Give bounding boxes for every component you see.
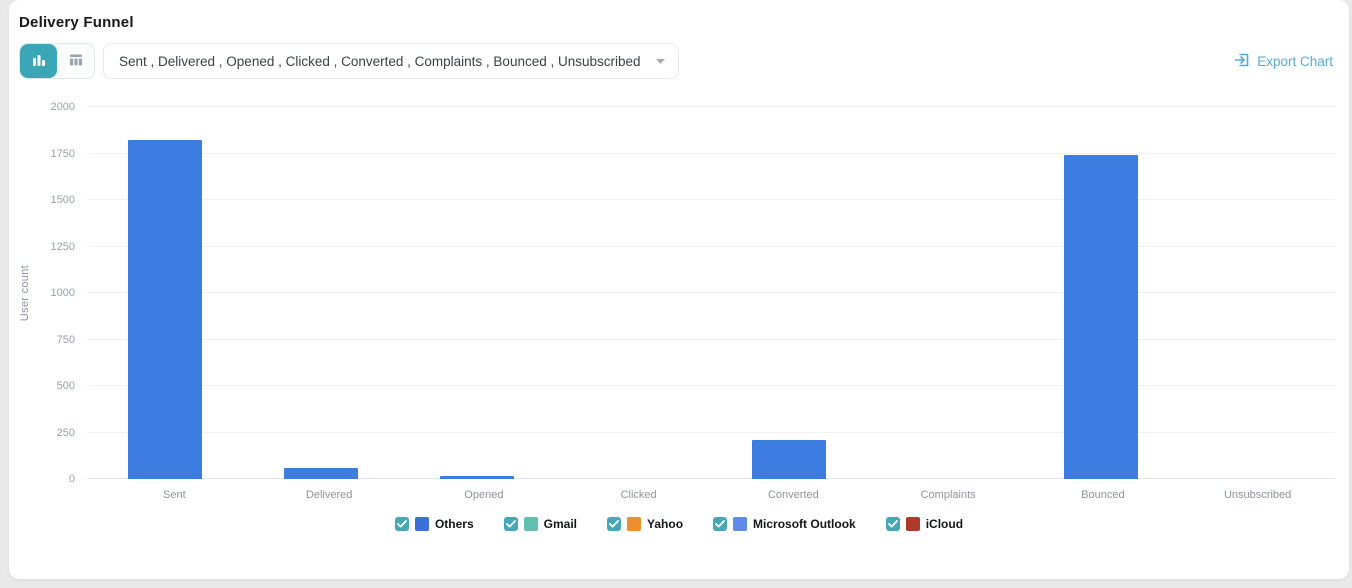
plot-area	[87, 107, 1335, 479]
bar-chart-icon	[31, 52, 47, 71]
legend-checkbox-others[interactable]	[395, 517, 409, 531]
view-toggle-group	[19, 43, 95, 79]
chart-section: User count 02505007501000125015001750200…	[9, 107, 1349, 501]
metrics-dropdown[interactable]: Sent , Delivered , Opened , Clicked , Co…	[103, 43, 679, 79]
export-chart-label: Export Chart	[1257, 54, 1333, 69]
y-tick-label-750: 750	[57, 334, 75, 346]
legend-checkbox-icloud[interactable]	[886, 517, 900, 531]
x-label-bounced: Bounced	[1026, 489, 1181, 501]
legend-swatch-gmail	[524, 517, 538, 531]
gridline-1750	[87, 153, 1335, 154]
x-axis-labels: SentDeliveredOpenedClickedConvertedCompl…	[97, 489, 1335, 501]
legend-label-others: Others	[435, 517, 474, 531]
x-label-unsubscribed: Unsubscribed	[1180, 489, 1335, 501]
table-view-button[interactable]	[57, 44, 94, 78]
legend-item-icloud[interactable]: iCloud	[886, 517, 963, 531]
y-tick-label-0: 0	[69, 473, 75, 485]
legend-item-microsoft-outlook[interactable]: Microsoft Outlook	[713, 517, 856, 531]
gridline-750	[87, 339, 1335, 340]
y-tick-label-1250: 1250	[51, 241, 75, 253]
legend-swatch-yahoo	[627, 517, 641, 531]
legend-label-microsoft-outlook: Microsoft Outlook	[753, 517, 856, 531]
chart-legend: Others Gmail Yahoo Microsoft Outlook iCloud	[9, 517, 1349, 531]
checkmark-icon	[888, 520, 898, 528]
y-tick-label-2000: 2000	[51, 101, 75, 113]
y-tick-label-250: 250	[57, 427, 75, 439]
x-label-opened: Opened	[407, 489, 562, 501]
chart-toolbar: Sent , Delivered , Opened , Clicked , Co…	[9, 43, 1349, 79]
gridline-2000	[87, 106, 1335, 107]
y-tick-label-1500: 1500	[51, 194, 75, 206]
export-icon	[1234, 52, 1250, 71]
y-axis-ticks: 025050075010001250150017502000	[41, 107, 87, 479]
table-icon	[68, 52, 84, 71]
export-chart-button[interactable]: Export Chart	[1234, 52, 1333, 71]
legend-item-gmail[interactable]: Gmail	[504, 517, 577, 531]
legend-checkbox-yahoo[interactable]	[607, 517, 621, 531]
legend-swatch-microsoft-outlook	[733, 517, 747, 531]
delivery-funnel-card: Delivery Funnel	[9, 0, 1349, 579]
y-tick-label-1000: 1000	[51, 287, 75, 299]
y-tick-label-500: 500	[57, 380, 75, 392]
legend-item-yahoo[interactable]: Yahoo	[607, 517, 683, 531]
gridline-1000	[87, 292, 1335, 293]
bar-delivered[interactable]	[284, 468, 359, 479]
gridline-0	[87, 478, 1335, 479]
checkmark-icon	[506, 520, 516, 528]
legend-checkbox-gmail[interactable]	[504, 517, 518, 531]
bar-converted[interactable]	[752, 440, 827, 479]
gridline-250	[87, 432, 1335, 433]
bar-bounced[interactable]	[1064, 155, 1139, 479]
bar-sent[interactable]	[128, 140, 203, 479]
chart-view-button[interactable]	[20, 44, 57, 78]
x-label-sent: Sent	[97, 489, 252, 501]
page-title: Delivery Funnel	[19, 14, 1333, 31]
chevron-down-icon	[655, 58, 666, 65]
legend-swatch-icloud	[906, 517, 920, 531]
y-tick-label-1750: 1750	[51, 148, 75, 160]
legend-label-gmail: Gmail	[544, 517, 577, 531]
checkmark-icon	[715, 520, 725, 528]
x-label-converted: Converted	[716, 489, 871, 501]
legend-item-others[interactable]: Others	[395, 517, 474, 531]
legend-checkbox-microsoft-outlook[interactable]	[713, 517, 727, 531]
legend-label-icloud: iCloud	[926, 517, 963, 531]
gridline-1250	[87, 246, 1335, 247]
metrics-dropdown-value: Sent , Delivered , Opened , Clicked , Co…	[119, 54, 641, 69]
legend-swatch-others	[415, 517, 429, 531]
bar-opened[interactable]	[440, 476, 515, 479]
checkmark-icon	[397, 520, 407, 528]
x-label-delivered: Delivered	[252, 489, 407, 501]
gridline-1500	[87, 199, 1335, 200]
card-header: Delivery Funnel	[9, 0, 1349, 31]
legend-label-yahoo: Yahoo	[647, 517, 683, 531]
x-label-complaints: Complaints	[871, 489, 1026, 501]
gridline-500	[87, 385, 1335, 386]
x-label-clicked: Clicked	[561, 489, 716, 501]
y-axis-title: User count	[19, 265, 31, 321]
checkmark-icon	[609, 520, 619, 528]
